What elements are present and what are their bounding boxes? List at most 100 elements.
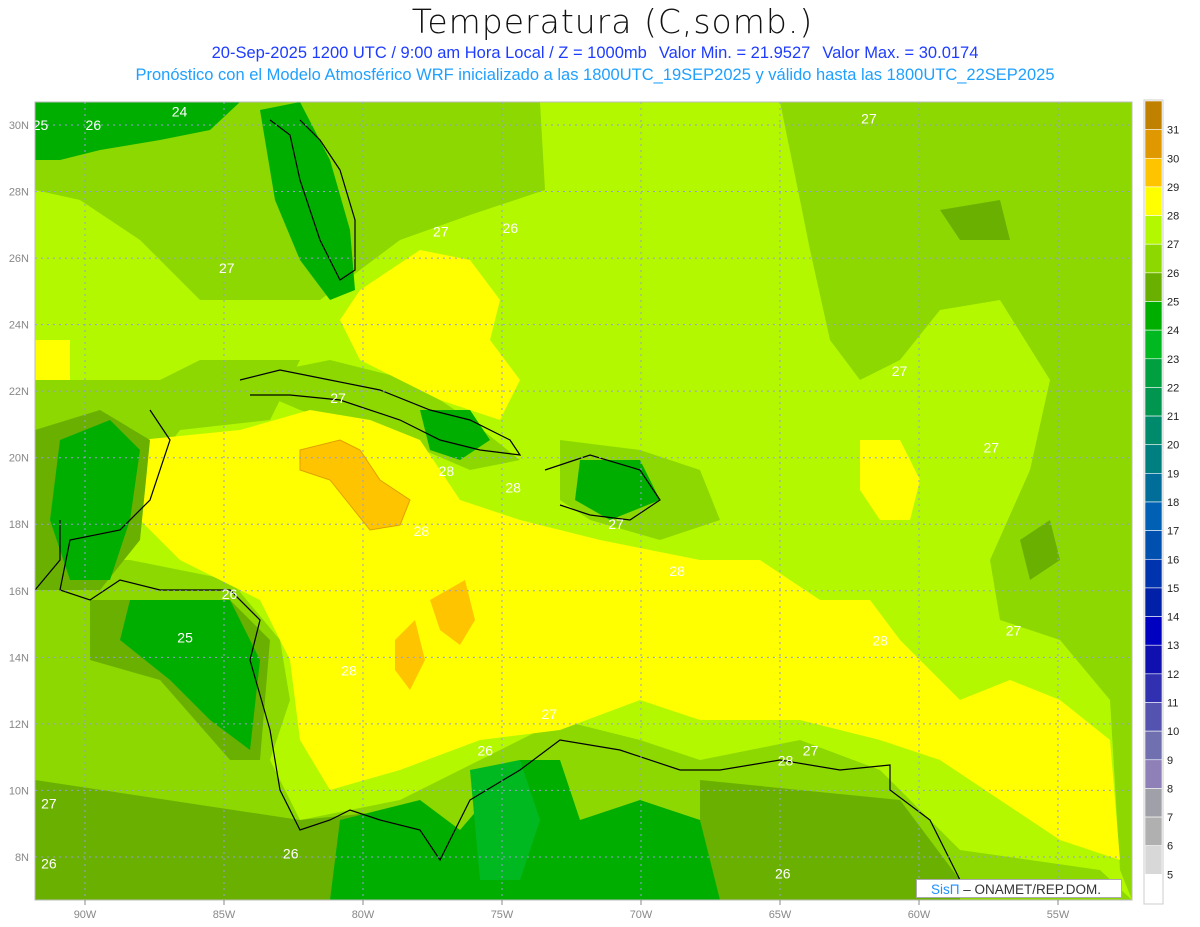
colorbar-label: 25 [1167,297,1179,309]
colorbar-swatch [1144,530,1163,560]
contour-label: 27 [608,516,624,532]
lat-tick-label: 28N [9,187,29,199]
colorbar-label: 22 [1167,382,1179,394]
colorbar-label: 12 [1167,669,1179,681]
credit-box: SisΠ – ONAMET/REP.DOM. [916,879,1122,898]
lat-tick-label: 18N [9,519,29,531]
lon-tick-label: 60W [908,909,931,921]
lat-tick-label: 26N [9,253,29,265]
colorbar-swatch [1144,272,1163,302]
colorbar-swatch [1144,644,1163,675]
colorbar-swatch [1144,501,1163,531]
colorbar-label: 21 [1167,411,1179,423]
lat-tick-label: 24N [9,320,29,332]
contour-label: 26 [503,220,519,236]
contour-label: 27 [803,742,819,758]
colorbar-label: 7 [1167,812,1173,824]
longitude-axis: 90W 85W 80W 75W 70W 65W 60W 55W [74,900,1070,921]
colorbar-swatch [1144,587,1163,617]
colorbar-swatch [1144,473,1163,503]
contour-label: 28 [778,752,794,768]
colorbar-label: 24 [1167,325,1179,337]
colorbar-swatch [1144,788,1163,818]
colorbar-label: 17 [1167,526,1179,538]
colorbar-label: 8 [1167,783,1173,795]
contour-label: 27 [433,223,449,239]
colorbar-swatch [1144,558,1163,589]
lat-tick-label: 20N [9,453,29,465]
colorbar-swatch [1144,129,1163,159]
colorbar-label: 19 [1167,468,1179,480]
colorbar-label: 13 [1167,640,1179,652]
sispi-logo: SisΠ [931,882,960,897]
contour-label: 28 [341,663,357,679]
contour-label: 27 [541,706,557,722]
colorbar-label: 31 [1167,125,1179,137]
colorbar-label: 5 [1167,869,1173,881]
contour-label: 28 [505,480,521,496]
colorbar-swatch [1144,759,1163,789]
contour-label: 26 [222,586,238,602]
contour-label: 28 [414,523,430,539]
lon-tick-label: 80W [352,909,375,921]
contour-label: 27 [330,390,346,406]
colorbar-swatch [1144,100,1163,130]
lon-tick-label: 55W [1047,909,1070,921]
lat-tick-label: 12N [9,719,29,731]
colorbar-label: 9 [1167,755,1173,767]
contour-label: 28 [439,463,455,479]
colorbar-label: 11 [1167,698,1178,710]
contour-label: 26 [41,856,57,872]
lon-tick-label: 90W [74,909,97,921]
lat-tick-label: 16N [9,586,29,598]
colorbar-label: 15 [1167,583,1179,595]
lat-tick-label: 8N [15,852,29,864]
colorbar-label: 6 [1167,841,1173,853]
contour-label: 27 [861,110,877,126]
colorbar-label: 10 [1167,726,1179,738]
contour-label: 28 [669,563,685,579]
contour-label: 27 [983,440,999,456]
contour-label: 27 [1006,623,1022,639]
colorbar: 31 30 29 28 27 26 25 24 23 22 21 20 19 18 17 16 15 14 13 12… [1143,99,1179,905]
colorbar-label: 18 [1167,497,1179,509]
colorbar-label: 29 [1167,182,1179,194]
contour-label: 28 [872,633,888,649]
colorbar-swatch [1144,845,1163,875]
colorbar-label: 27 [1167,239,1179,251]
colorbar-swatch [1144,730,1163,761]
colorbar-label: 26 [1167,268,1179,280]
contour-label: 27 [219,260,235,276]
colorbar-label: 30 [1167,153,1179,165]
temperature-map: 25 26 24 27 27 26 27 27 27 27 28 28 28 27 28 26 25 28 28 27… [9,99,1179,921]
lon-tick-label: 70W [630,909,653,921]
lat-tick-label: 22N [9,386,29,398]
lat-tick-label: 14N [9,652,29,664]
lon-tick-label: 65W [769,909,792,921]
colorbar-swatch [1144,157,1163,188]
contour-label: 24 [172,104,188,120]
colorbar-swatch [1144,387,1163,417]
contour-label: 26 [283,846,299,862]
colorbar-swatch [1144,329,1163,360]
colorbar-swatch [1144,874,1163,904]
colorbar-label: 14 [1167,612,1179,624]
contour-label: 25 [177,629,193,645]
colorbar-label: 20 [1167,440,1179,452]
colorbar-swatch [1144,301,1163,331]
colorbar-label: 28 [1167,211,1179,223]
latitude-axis: 30N 28N 26N 24N 22N 20N 18N 16N 14N 12N 10N 8N [9,120,29,864]
credit-text: – ONAMET/REP.DOM. [959,882,1102,897]
contour-label: 26 [775,866,791,882]
colorbar-swatch [1144,415,1163,446]
contour-label: 26 [86,117,102,133]
lat-tick-label: 10N [9,785,29,797]
contour-label: 27 [41,796,57,812]
lon-tick-label: 85W [213,909,236,921]
colorbar-swatch [1144,702,1163,732]
colorbar-label: 23 [1167,354,1179,366]
colorbar-swatch [1144,616,1163,646]
lat-tick-label: 30N [9,120,29,132]
colorbar-swatch [1144,816,1163,847]
contour-label: 27 [892,363,908,379]
